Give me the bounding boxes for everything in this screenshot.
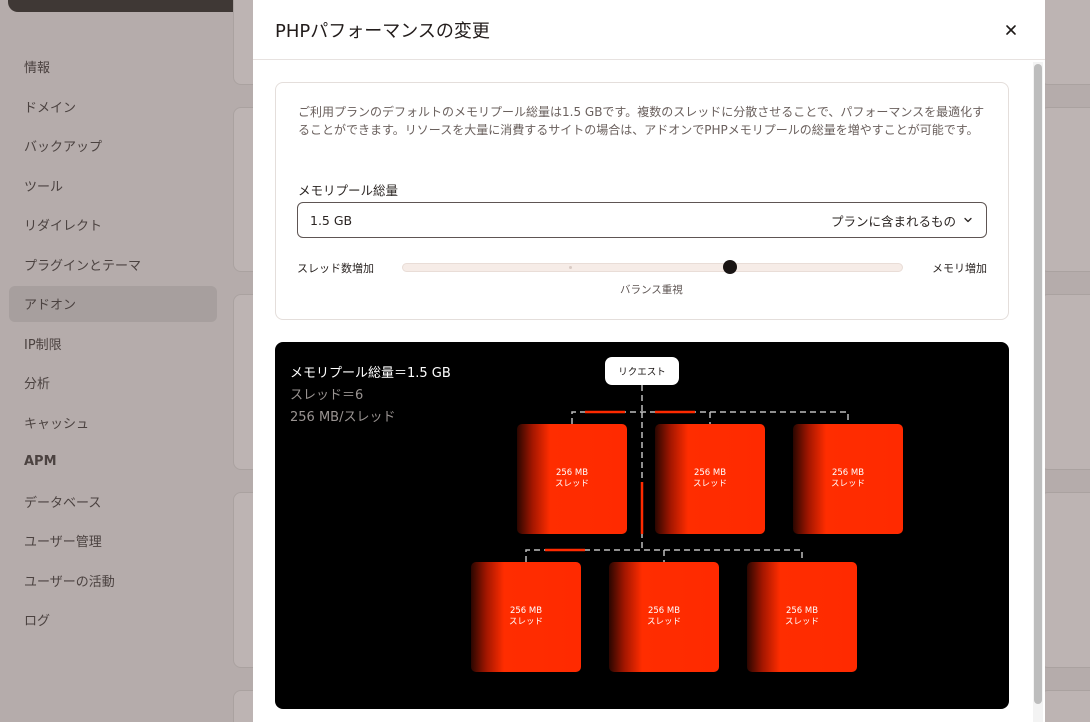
diagram-thread-count: スレッド＝6 (290, 388, 364, 403)
modal-scrollbar[interactable] (1033, 62, 1043, 722)
thread-label: スレッド (554, 479, 589, 489)
thread-size: 256 MB (509, 606, 543, 616)
thread-size: 256 MB (831, 468, 865, 478)
sidebar-item-user-management[interactable]: ユーザー管理 (9, 523, 217, 559)
sidebar-item-user-activity[interactable]: ユーザーの活動 (9, 562, 217, 598)
slider-right-label: メモリ増加 (932, 262, 987, 275)
thread-diagram: メモリプール総量＝1.5 GB スレッド＝6 256 MB/スレッド リクエスト… (275, 342, 1009, 709)
sidebar-item-label: リダイレクト (24, 219, 103, 234)
sidebar-item-domains[interactable]: ドメイン (9, 88, 217, 124)
thread-label: スレッド (646, 617, 681, 627)
thread-label: スレッド (784, 617, 819, 627)
thread-memory-slider[interactable] (402, 260, 903, 274)
sidebar-item-label: 情報 (24, 61, 51, 76)
sidebar-item-database[interactable]: データベース (9, 483, 217, 519)
sidebar-item-ip-deny[interactable]: IP制限 (9, 325, 217, 361)
sidebar-item-label: ユーザーの活動 (24, 574, 115, 590)
thread-size: 256 MB (555, 468, 589, 478)
select-right: プランに含まれるもの (831, 211, 974, 230)
sidebar-item-label: 分析 (24, 377, 51, 392)
sidebar-item-cache[interactable]: キャッシュ (9, 404, 217, 440)
modal-title: PHPパフォーマンスの変更 (275, 20, 490, 42)
sidebar-item-label: キャッシュ (24, 416, 90, 432)
request-node: リクエスト (605, 357, 679, 385)
memory-pool-label: メモリプール総量 (298, 183, 399, 198)
thread-block: 256 MB スレッド (793, 424, 903, 534)
sidebar-item-label: ユーザー管理 (24, 535, 102, 550)
background-card (1040, 492, 1090, 668)
close-icon (1006, 24, 1016, 35)
thread-block: 256 MB スレッド (517, 424, 627, 534)
thread-block: 256 MB スレッド (655, 424, 765, 534)
close-button[interactable] (999, 18, 1023, 42)
thread-size: 256 MB (647, 606, 681, 616)
memory-pool-select[interactable]: 1.5 GB プランに含まれるもの (297, 202, 987, 238)
background-card (1040, 690, 1090, 722)
sidebar-item-label: データベース (24, 495, 102, 511)
php-performance-modal: PHPパフォーマンスの変更 ご利用プランのデフォルトのメモリプール総量は1.5 … (253, 0, 1045, 722)
background-card (1040, 294, 1090, 470)
memory-settings-card: ご利用プランのデフォルトのメモリプール総量は1.5 GBです。複数のスレッドに分… (275, 82, 1009, 320)
thread-block: 256 MB スレッド (609, 562, 719, 672)
diagram-total-memory: メモリプール総量＝1.5 GB (290, 366, 451, 381)
thread-block: 256 MB スレッド (471, 562, 581, 672)
chevron-down-icon (964, 217, 972, 223)
plan-description: ご利用プランのデフォルトのメモリプール総量は1.5 GBです。複数のスレッドに分… (298, 105, 985, 137)
plan-included-text: プランに含まれるもの (830, 213, 956, 229)
sidebar-item-label: アドオン (24, 298, 77, 313)
sidebar-item-backups[interactable]: バックアップ (9, 128, 217, 164)
background-card (1040, 107, 1090, 272)
sidebar-item-label: ログ (24, 614, 51, 629)
sidebar-item-label: プラグインとテーマ (24, 258, 142, 274)
sidebar-item-label: ツール (24, 179, 64, 195)
sidebar-item-analytics[interactable]: 分析 (9, 365, 217, 401)
sidebar-item-apm[interactable]: APM (9, 444, 217, 480)
memory-pool-value: 1.5 GB (310, 212, 353, 228)
sidebar-item-tools[interactable]: ツール (9, 167, 217, 203)
thread-size: 256 MB (785, 606, 819, 616)
thread-size: 256 MB (693, 468, 727, 478)
modal-header: PHPパフォーマンスの変更 (253, 0, 1045, 60)
sidebar-item-label: IP制限 (24, 337, 62, 353)
sidebar-item-label: APM (24, 454, 57, 469)
sidebar-item-info[interactable]: 情報 (9, 49, 217, 85)
slider-caption: バランス重視 (620, 284, 683, 296)
sidebar-item-addons[interactable]: アドオン (9, 285, 217, 322)
slider-thumb[interactable] (723, 260, 737, 274)
thread-label: スレッド (692, 479, 727, 489)
sidebar-item-logs[interactable]: ログ (9, 602, 217, 638)
sidebar-item-plugins-themes[interactable]: プラグインとテーマ (9, 246, 217, 282)
sidebar-item-label: バックアップ (24, 140, 103, 155)
thread-label: スレッド (508, 617, 543, 627)
sidebar: 情報 ドメイン バックアップ ツール リダイレクト プラグインとテーマ アドオン… (0, 45, 226, 641)
diagram-memory-per-thread: 256 MB/スレッド (290, 410, 396, 425)
scrollbar-thumb[interactable] (1034, 64, 1042, 704)
background-card (1040, 0, 1090, 85)
sidebar-item-redirects[interactable]: リダイレクト (9, 207, 217, 243)
sidebar-item-label: ドメイン (24, 100, 77, 116)
slider-left-label: スレッド数増加 (297, 262, 374, 275)
thread-block: 256 MB スレッド (747, 562, 857, 672)
thread-label: スレッド (830, 479, 865, 489)
slider-tick (569, 266, 572, 269)
